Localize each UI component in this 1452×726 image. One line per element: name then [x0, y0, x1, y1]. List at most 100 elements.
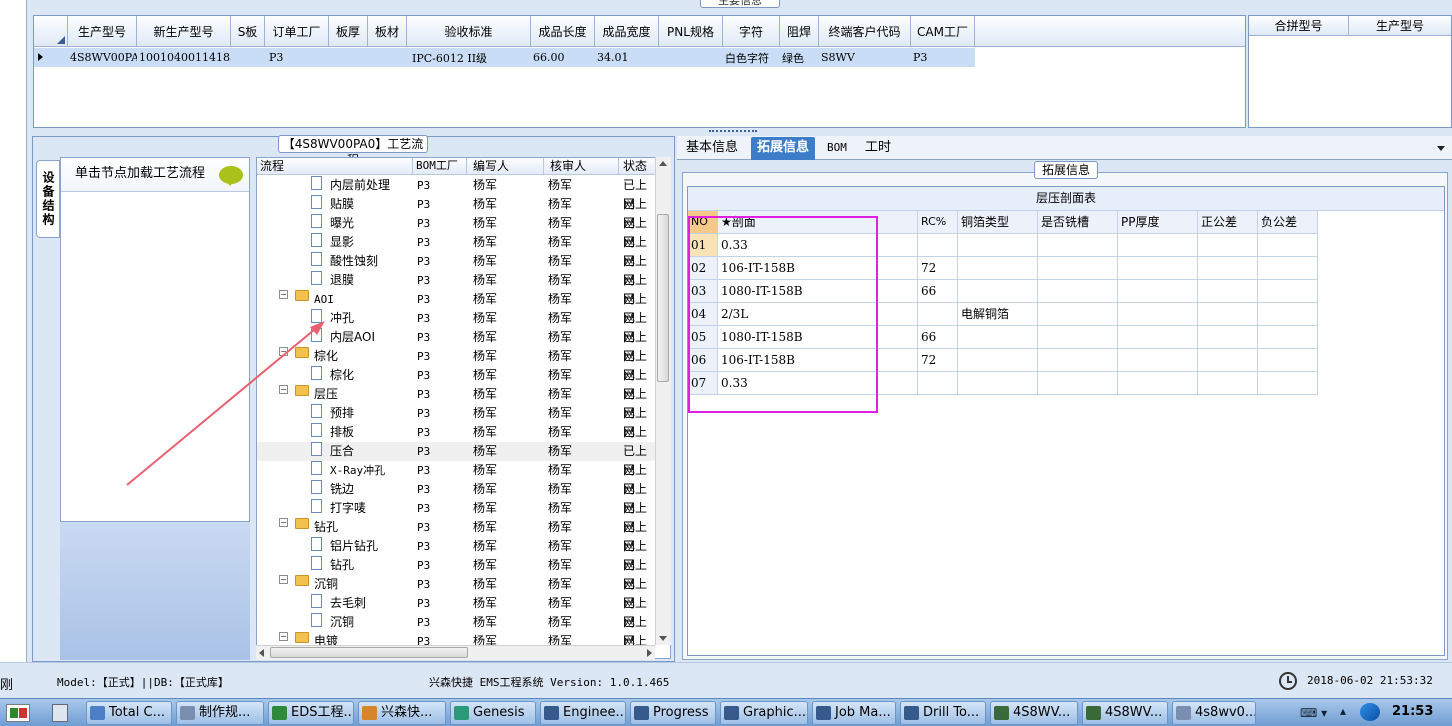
lam-cell[interactable] [1258, 303, 1318, 326]
tree-row[interactable]: 内层前处理 P3 杨军 杨军 已上网 [257, 176, 657, 211]
tree-col-header[interactable]: 核审人 [544, 158, 619, 175]
tab-work-hours[interactable]: 工时 [859, 137, 897, 160]
tree-row[interactable]: − 沉铜 P3 杨军 杨军 已上网 [257, 575, 657, 610]
tree-row[interactable]: 铝片钻孔 P3 杨军 杨军 已上网 [257, 537, 657, 572]
scroll-up-icon[interactable] [659, 161, 667, 166]
collapse-icon[interactable]: − [279, 575, 288, 584]
col-header[interactable]: 板厚 [329, 16, 368, 47]
cell[interactable]: IPC-6012 II级 [407, 48, 531, 67]
lam-cell[interactable] [1038, 257, 1118, 280]
cell[interactable] [329, 48, 368, 67]
lam-cell[interactable] [1258, 326, 1318, 349]
cell[interactable]: P3 [911, 48, 975, 67]
taskbar-item[interactable]: Drill To... [900, 701, 986, 725]
tree-col-header[interactable]: BOM工厂 [413, 158, 467, 175]
tab-extended-info[interactable]: 拓展信息 [751, 137, 816, 160]
lam-cell[interactable] [918, 372, 958, 395]
lam-cell[interactable] [1118, 326, 1198, 349]
tray-app-icon[interactable] [1360, 703, 1380, 721]
col-header[interactable]: 合拼型号 [1249, 16, 1349, 36]
lam-col-header[interactable]: 正公差 [1198, 211, 1258, 234]
col-header[interactable]: 成品宽度 [595, 16, 659, 47]
lam-cell[interactable] [1258, 372, 1318, 395]
tree-row[interactable]: 打字唛 P3 杨军 杨军 已上网 [257, 499, 657, 534]
taskbar-item[interactable]: Enginee... [540, 701, 626, 725]
tree-row[interactable]: − AOI P3 杨军 杨军 已上网 [257, 290, 657, 325]
lam-cell[interactable]: 电解铜箔 [958, 303, 1038, 326]
lam-cell[interactable] [1038, 280, 1118, 303]
lam-cell[interactable] [1038, 372, 1118, 395]
lam-cell[interactable] [1198, 303, 1258, 326]
lam-cell[interactable] [1198, 372, 1258, 395]
taskbar-item[interactable]: Job Ma... [812, 701, 896, 725]
col-header[interactable]: 成品长度 [531, 16, 595, 47]
lam-cell[interactable] [918, 234, 958, 257]
col-header[interactable]: 生产型号 [1349, 16, 1451, 36]
col-header[interactable]: S板 [231, 16, 265, 47]
col-header[interactable]: 生产型号 [68, 16, 137, 47]
taskbar-item[interactable]: 4S8WV... [990, 701, 1078, 725]
lam-cell[interactable] [1258, 257, 1318, 280]
col-header[interactable]: 字符 [723, 16, 780, 47]
tree-row[interactable]: 沉铜 P3 杨军 杨军 已上网 [257, 613, 657, 648]
taskbar-item[interactable]: Progress [630, 701, 716, 725]
lam-cell[interactable] [958, 234, 1038, 257]
tree-row[interactable]: 显影 P3 杨军 杨军 已上网 [257, 233, 657, 268]
col-header[interactable]: 终端客户代码 [819, 16, 911, 47]
tree-row[interactable]: 贴膜 P3 杨军 杨军 已上网 [257, 195, 657, 230]
taskbar-item[interactable]: 4S8WV... [1082, 701, 1168, 725]
lam-cell[interactable] [1038, 234, 1118, 257]
tree-row[interactable]: 曝光 P3 杨军 杨军 已上网 [257, 214, 657, 249]
lam-col-header[interactable]: RC% [918, 211, 958, 234]
lam-cell[interactable] [958, 257, 1038, 280]
lam-col-header[interactable]: 负公差 [1258, 211, 1318, 234]
lam-cell[interactable] [1198, 349, 1258, 372]
taskbar-item[interactable]: Graphic... [720, 701, 808, 725]
tree-col-header[interactable]: 状态 [619, 158, 659, 175]
lam-cell[interactable]: 72 [918, 257, 958, 280]
lam-cell[interactable] [1198, 280, 1258, 303]
tab-equipment-structure[interactable]: 设备结构 [36, 160, 60, 238]
lam-col-header[interactable]: 铜箔类型 [958, 211, 1038, 234]
tab-basic-info[interactable]: 基本信息 [680, 137, 744, 160]
tree-row[interactable]: 退膜 P3 杨军 杨军 已上网 [257, 271, 657, 306]
lam-cell[interactable]: 72 [918, 349, 958, 372]
lam-cell[interactable] [1118, 257, 1198, 280]
tab-bom[interactable]: BOM [821, 137, 853, 160]
cell[interactable]: 10010400114183 [137, 48, 237, 67]
col-header[interactable]: CAM工厂 [911, 16, 975, 47]
collapse-icon[interactable]: − [279, 290, 288, 299]
tree-hscroll-thumb[interactable] [270, 647, 468, 658]
lam-cell[interactable] [958, 280, 1038, 303]
cell[interactable] [659, 48, 723, 67]
lam-cell[interactable] [1118, 303, 1198, 326]
lam-cell[interactable] [1038, 349, 1118, 372]
lam-cell[interactable] [1038, 326, 1118, 349]
lam-cell[interactable] [1258, 280, 1318, 303]
tray-keyboard-icon[interactable]: ⌨ ▾ [1300, 706, 1327, 720]
collapse-icon[interactable]: − [279, 632, 288, 641]
tree-col-header[interactable]: 编写人 [467, 158, 544, 175]
cell[interactable]: S8WV [819, 48, 911, 67]
cell[interactable]: 绿色 [780, 48, 819, 67]
scroll-down-icon[interactable] [659, 636, 667, 641]
cell[interactable]: P3 [265, 48, 329, 67]
lam-cell[interactable] [958, 326, 1038, 349]
cell[interactable]: 66.00 [531, 48, 595, 67]
lam-cell[interactable]: 66 [918, 326, 958, 349]
tab-dropdown-icon[interactable] [1437, 146, 1445, 155]
cell[interactable] [231, 48, 265, 67]
collapse-icon[interactable]: − [279, 518, 288, 527]
lam-cell[interactable] [1118, 234, 1198, 257]
tree-row[interactable]: 去毛刺 P3 杨军 杨军 已上网 [257, 594, 657, 629]
lam-cell[interactable]: 66 [918, 280, 958, 303]
lam-cell[interactable] [1118, 372, 1198, 395]
taskbar-item[interactable]: 兴森快... [358, 701, 446, 725]
lam-cell[interactable] [1118, 349, 1198, 372]
tree-row[interactable]: 酸性蚀刻 P3 杨军 杨军 已上网 [257, 252, 657, 287]
lam-col-header[interactable]: PP厚度 [1118, 211, 1198, 234]
col-header[interactable]: 阻焊 [780, 16, 819, 47]
lam-cell[interactable] [1198, 234, 1258, 257]
cell[interactable]: 白色字符 [723, 48, 780, 67]
main-info-grid[interactable]: 生产型号 新生产型号 S板 订单工厂 板厚 板材 验收标准 成品长度 成品宽度 … [33, 15, 1246, 128]
